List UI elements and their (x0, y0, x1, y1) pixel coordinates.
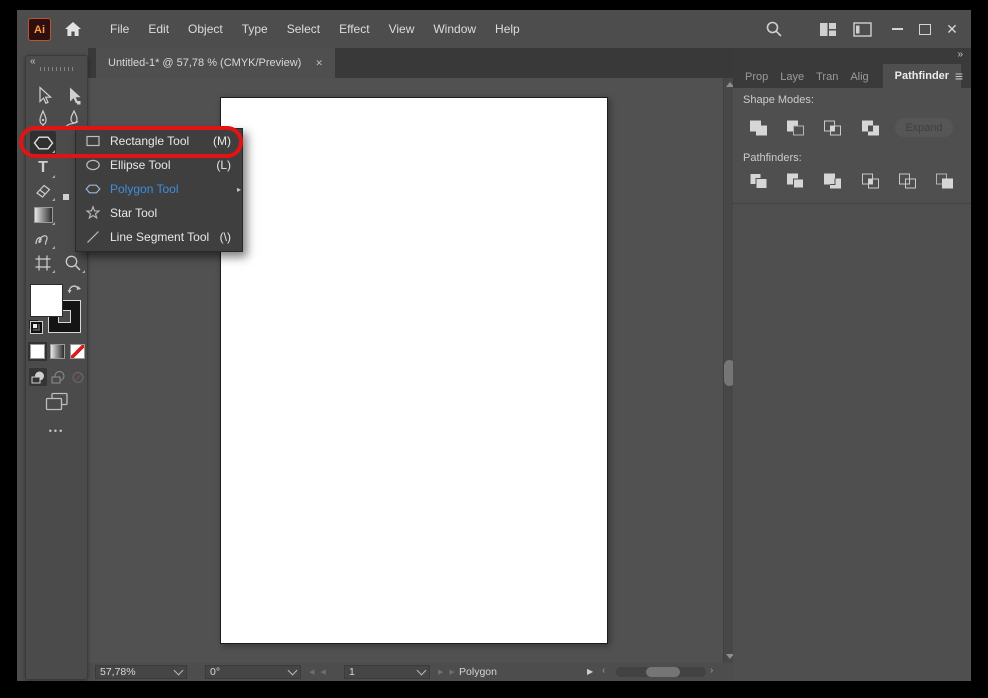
rotation-dropdown[interactable]: 0° (205, 665, 301, 679)
pathfinder-panel: Shape Modes: Expand Pathfinders: (733, 88, 971, 681)
ellipse-icon (86, 159, 100, 171)
default-fill-stroke-icon[interactable] (29, 320, 42, 333)
menu-effect[interactable]: Effect (339, 22, 369, 36)
zoom-level-value: 57,78% (100, 666, 136, 678)
unite-icon[interactable] (746, 118, 770, 138)
document-tab-bar: Untitled-1* @ 57,78 % (CMYK/Preview) ✕ (88, 48, 733, 78)
type-tool[interactable]: T (30, 156, 56, 180)
tab-layers[interactable]: Laye (780, 71, 804, 88)
screen-mode-icon[interactable] (45, 392, 69, 416)
home-icon[interactable] (62, 18, 84, 40)
tab-pathfinder[interactable]: Pathfinder (882, 64, 962, 88)
menu-edit[interactable]: Edit (148, 22, 169, 36)
first-prev-artboard-icons[interactable]: ◀ ◀ (309, 668, 328, 676)
status-options-icon[interactable]: ▶ (587, 667, 593, 676)
menu-object[interactable]: Object (188, 22, 223, 36)
panel-grip-handle[interactable] (40, 67, 73, 71)
workspace-switcher-icon[interactable] (817, 19, 839, 39)
zoom-tool[interactable] (60, 251, 86, 275)
menu-view[interactable]: View (389, 22, 415, 36)
menu-type[interactable]: Type (242, 22, 268, 36)
status-bar: 57,78% 0° ◀ ◀ 1 ▶ ▶ Polygon ▶ ‹ › (88, 663, 733, 681)
outline-icon[interactable] (895, 171, 919, 191)
document-tab[interactable]: Untitled-1* @ 57,78 % (CMYK/Preview) ✕ (96, 48, 335, 78)
minus-front-icon[interactable] (783, 118, 807, 138)
search-icon[interactable] (763, 19, 785, 39)
line-icon (87, 231, 99, 243)
divide-icon[interactable] (746, 171, 770, 191)
artboard-tool[interactable] (30, 251, 56, 275)
status-current-tool: Polygon (459, 666, 497, 678)
horizontal-scrollbar-thumb[interactable] (646, 667, 680, 677)
horizontal-scrollbar[interactable] (616, 667, 706, 677)
restore-icon[interactable] (913, 19, 937, 39)
shaper-tool[interactable] (30, 227, 56, 251)
draw-behind-icon[interactable] (49, 368, 67, 386)
edit-toolbar-icon[interactable]: ••• (26, 426, 87, 436)
minus-back-icon[interactable] (932, 171, 956, 191)
star-icon (85, 205, 101, 220)
menu-window[interactable]: Window (433, 22, 476, 36)
none-mode-button[interactable] (70, 344, 85, 359)
gradient-mode-button[interactable] (50, 344, 65, 359)
gradient-tool[interactable] (30, 203, 56, 227)
selection-tool[interactable] (30, 84, 56, 108)
menu-bar: File Edit Object Type Select Effect View… (110, 10, 520, 48)
swap-fill-stroke-icon[interactable] (66, 281, 82, 299)
eraser-tool[interactable] (30, 179, 56, 203)
intersect-icon[interactable] (820, 118, 844, 138)
tab-transform[interactable]: Tran (816, 71, 838, 88)
shape-modes-label: Shape Modes: (743, 94, 814, 106)
pathfinders-label: Pathfinders: (743, 152, 802, 164)
crop-icon[interactable] (858, 171, 882, 191)
fill-color-swatch[interactable] (30, 284, 63, 317)
zoom-level-dropdown[interactable]: 57,78% (95, 665, 187, 679)
tab-close-icon[interactable]: ✕ (315, 58, 323, 69)
collapse-tools-icon[interactable]: « (30, 56, 35, 67)
tearoff-arrow-icon: ▸ (236, 185, 241, 194)
tab-align[interactable]: Alig (850, 71, 868, 88)
color-mode-button[interactable] (30, 344, 45, 359)
arrange-documents-icon[interactable] (851, 19, 873, 39)
chevron-down-icon (173, 665, 184, 676)
flyout-item-star-tool[interactable]: Star Tool (76, 201, 242, 225)
artboard (220, 97, 608, 644)
draw-inside-icon[interactable] (69, 368, 87, 386)
polygon-icon (85, 184, 101, 194)
flyout-item-polygon-tool[interactable]: Polygon Tool ▸ (76, 177, 242, 201)
tab-properties[interactable]: Prop (745, 71, 768, 88)
rotation-value: 0° (210, 666, 221, 678)
artboard-number: 1 (349, 666, 355, 678)
collapse-dock-icon[interactable]: » (957, 49, 962, 60)
menu-help[interactable]: Help (495, 22, 520, 36)
scroll-left-icon[interactable]: ‹ (602, 665, 605, 676)
annotation-red-oval (19, 126, 243, 158)
panel-tab-bar: Prop Laye Tran Alig Pathfinder (733, 64, 971, 88)
current-tool-marker (63, 194, 69, 200)
document-tab-label: Untitled-1* @ 57,78 % (CMYK/Preview) (108, 57, 302, 69)
right-panel-dock: » Prop Laye Tran Alig Pathfinder ≡ Shape… (733, 48, 971, 681)
exclude-icon[interactable] (858, 118, 882, 138)
menu-select[interactable]: Select (287, 22, 320, 36)
close-icon[interactable]: ✕ (940, 19, 964, 39)
flyout-item-line-segment-tool[interactable]: Line Segment Tool (\) (76, 225, 242, 249)
panel-divider (733, 203, 971, 204)
illustrator-window: Ai File Edit Object Type Select Effect V… (17, 10, 971, 681)
direct-selection-tool[interactable] (60, 84, 86, 108)
chevron-down-icon (287, 665, 298, 676)
panel-menu-icon[interactable]: ≡ (955, 68, 963, 84)
trim-icon[interactable] (783, 171, 807, 191)
minimize-icon[interactable] (885, 19, 909, 39)
draw-normal-icon[interactable] (29, 368, 47, 386)
merge-icon[interactable] (820, 171, 844, 191)
titlebar: Ai File Edit Object Type Select Effect V… (17, 10, 971, 48)
expand-button[interactable]: Expand (895, 118, 953, 137)
illustrator-app-icon[interactable]: Ai (28, 18, 51, 41)
menu-file[interactable]: File (110, 22, 129, 36)
scroll-right-icon[interactable]: › (710, 665, 713, 676)
